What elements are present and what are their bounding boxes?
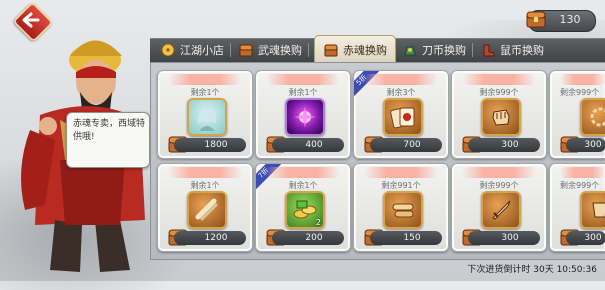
tab-label: 鼠币换购 [500,44,544,57]
speech-bubble: 赤魂专卖，西域特供哦! [66,112,150,168]
boot-icon [480,42,496,58]
item-price: 200 [305,233,323,243]
item-stock: 剩余1个 [288,88,318,97]
scroll-bundle-icon [383,191,423,229]
item-price: 300 [584,140,602,150]
restock-countdown: 下次进货倒计时 30天 10:50:36 [467,265,597,275]
tab-divider [472,43,473,57]
gold-ingots-icon: 2 [285,191,325,229]
item-stock: 剩余999个 [479,181,519,190]
shop-item-card[interactable]: 剩余999个 300 [451,70,547,159]
fist-icon [481,98,521,136]
shop-item-card[interactable]: 5折 剩余3个 700 [353,70,449,159]
item-stock: 剩余999个 [560,181,600,190]
shop-item-card[interactable]: 剩余999个 300 [549,70,605,159]
scroll-icon [187,191,227,229]
item-name-banner [462,167,536,178]
shop-item-card[interactable]: 剩余999个 300 [549,163,605,252]
shop-item-card[interactable]: 剩余991个 150 [353,163,449,252]
item-price: 700 [403,140,421,150]
sword-icon [481,191,521,229]
tab-daobi-exchange[interactable]: 刀币换购 [402,39,466,61]
shop-item-card[interactable]: 剩余999个 300 [451,163,547,252]
item-price: 150 [403,233,421,243]
tab-label: 赤魂换购 [343,43,387,57]
treasure-icon [402,42,418,58]
item-stock: 剩余991个 [381,181,421,190]
item-stock: 剩余999个 [479,88,519,97]
currency-display: 130 [526,10,596,32]
item-name-banner [266,74,340,85]
tab-chihun-exchange[interactable]: 赤魂换购 [314,35,396,63]
portrait-icon [187,98,227,136]
shop-item-card[interactable]: 7折 剩余1个 2 200 [255,163,351,252]
chest-icon [323,42,339,58]
chest-icon [526,11,546,28]
item-price: 300 [501,140,519,150]
item-price: 1200 [204,233,228,243]
item-price: 300 [501,233,519,243]
armor-icon [580,191,605,229]
shop-item-card[interactable]: 剩余1个 1200 [157,163,253,252]
currency-amount: 130 [559,13,581,26]
item-name-banner [266,167,340,178]
tab-jianghu-shop[interactable]: 江湖小店 [160,39,224,61]
tab-wuhun-exchange[interactable]: 武魂换购 [238,39,302,61]
item-price: 1800 [204,140,228,150]
item-name-banner [560,167,605,178]
item-name-banner [168,74,242,85]
item-name-banner [560,74,605,85]
item-name-banner [364,167,438,178]
tab-divider [230,43,231,57]
tab-label: 刀币换购 [422,44,466,57]
item-stock: 剩余3个 [386,88,416,97]
coin-icon [160,42,176,58]
tab-label: 江湖小店 [180,44,224,57]
chest-icon [238,42,254,58]
npc-speech-text: 赤魂专卖，西域特供哦! [73,119,146,142]
purple-orb-icon [285,98,325,136]
tab-shubi-exchange[interactable]: 鼠币换购 [480,39,544,61]
item-quantity: 2 [315,218,321,227]
tab-divider [308,43,309,57]
shop-item-card[interactable]: 剩余1个 400 [255,70,351,159]
shop-item-card[interactable]: 剩余1个 1800 [157,70,253,159]
item-stock: 剩余1个 [288,181,318,190]
card-pack-icon [383,98,423,136]
tab-label: 武魂换购 [258,44,302,57]
item-stock: 剩余1个 [190,181,220,190]
item-stock: 剩余1个 [190,88,220,97]
item-name-banner [168,167,242,178]
item-price: 300 [584,233,602,243]
item-name-banner [364,74,438,85]
item-stock: 剩余999个 [560,88,600,97]
item-price: 400 [305,140,323,150]
item-name-banner [462,74,536,85]
badge-icon [580,98,605,136]
